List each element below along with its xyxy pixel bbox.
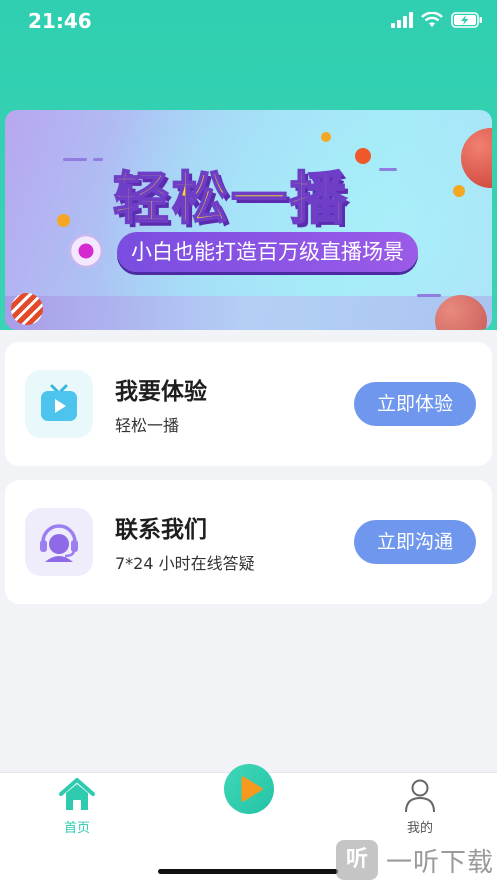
- status-icons: [391, 12, 483, 28]
- center-play-button[interactable]: [224, 764, 274, 814]
- watermark: 听 一听下载: [336, 838, 494, 882]
- experience-icon-box: [25, 370, 93, 438]
- signal-icon: [391, 12, 413, 28]
- tab-mine-label: 我的: [406, 821, 433, 836]
- play-icon: [241, 776, 263, 802]
- contact-subtitle: 7*24 小时在线答疑: [115, 554, 255, 573]
- decor-ball: [11, 293, 43, 325]
- contact-title: 联系我们: [115, 517, 207, 543]
- tab-home[interactable]: 首页: [37, 777, 117, 836]
- home-icon: [59, 778, 95, 810]
- user-icon: [405, 779, 435, 813]
- experience-subtitle: 轻松一播: [115, 416, 180, 435]
- watermark-text: 一听下载: [386, 847, 495, 878]
- experience-title: 我要体验: [115, 379, 207, 405]
- banner-title: 轻松一播: [112, 166, 349, 233]
- decor-dash: [379, 168, 397, 171]
- tv-play-icon: [41, 384, 77, 421]
- decor-ball: [453, 185, 465, 197]
- status-time: 21:46: [28, 9, 92, 33]
- watermark-logo: 听: [336, 840, 378, 880]
- decor-dash: [63, 158, 87, 161]
- decor-dash: [417, 294, 441, 297]
- wifi-icon: [421, 12, 443, 27]
- decor-ball: [355, 148, 371, 164]
- try-now-button[interactable]: 立即体验: [354, 382, 476, 426]
- home-indicator: [158, 869, 338, 874]
- tab-mine[interactable]: 我的: [380, 777, 460, 836]
- decor-dash: [93, 158, 103, 161]
- experience-card[interactable]: 我要体验 轻松一播 立即体验: [5, 342, 492, 466]
- banner-subtitle: 小白也能打造百万级直播场景: [117, 232, 418, 272]
- battery-charging-icon: [451, 12, 482, 28]
- promo-banner[interactable]: 轻松一播 小白也能打造百万级直播场景: [5, 110, 492, 330]
- contact-icon-box: [25, 508, 93, 576]
- decor-ball: [321, 132, 331, 142]
- contact-now-button[interactable]: 立即沟通: [354, 520, 476, 564]
- contact-card[interactable]: 联系我们 7*24 小时在线答疑 立即沟通: [5, 480, 492, 604]
- headset-support-icon: [40, 524, 78, 562]
- tab-home-label: 首页: [63, 821, 90, 836]
- banner-band: [5, 296, 492, 330]
- decor-ring: [69, 234, 103, 268]
- decor-ball: [57, 214, 70, 227]
- status-bar: 21:46: [0, 0, 497, 44]
